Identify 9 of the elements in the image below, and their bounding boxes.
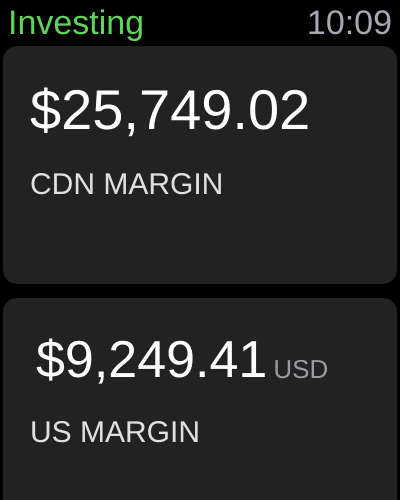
account-card[interactable]: $25,749.02 CDN MARGIN bbox=[3, 46, 397, 284]
account-name: CDN MARGIN bbox=[30, 170, 224, 200]
account-balance: $9,249.41 bbox=[35, 334, 268, 386]
account-card[interactable]: $9,249.41 USD US MARGIN bbox=[3, 298, 397, 500]
app-title: Investing bbox=[8, 3, 144, 44]
clock-time: 10:09 bbox=[306, 3, 392, 44]
account-balance: $25,749.02 bbox=[30, 82, 310, 138]
account-name: US MARGIN bbox=[30, 418, 202, 448]
currency-code: USD bbox=[273, 356, 328, 382]
